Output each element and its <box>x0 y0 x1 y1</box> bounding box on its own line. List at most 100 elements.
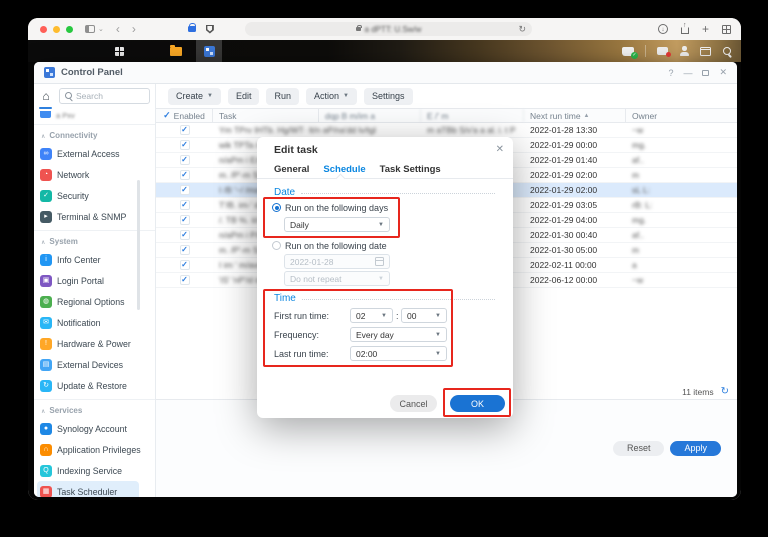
help-button[interactable]: ? <box>668 68 673 78</box>
sidebar-item[interactable]: ▸ Terminal & SNMP <box>37 206 139 227</box>
hour-select[interactable]: 02▼ <box>350 308 393 323</box>
main-menu-button[interactable] <box>106 40 132 62</box>
privacy-shield-icon[interactable] <box>206 25 214 34</box>
sidebar-toggle-icon[interactable] <box>85 25 95 33</box>
repeat-select-disabled[interactable]: Do not repeat▼ <box>284 271 390 286</box>
enabled-checkbox[interactable]: ✓ <box>180 230 190 240</box>
dialog-close-icon[interactable]: ✕ <box>496 144 504 155</box>
minimize-window-button[interactable] <box>53 26 60 33</box>
next-run-time: 2022-01-29 00:00 <box>524 140 626 150</box>
column-blurred-2[interactable]: E /' m <box>421 109 524 122</box>
user-menu-icon[interactable] <box>679 46 689 56</box>
sidebar-item-icon: Q <box>40 465 52 477</box>
sidebar-item[interactable]: ▣ Login Portal <box>37 270 139 291</box>
sidebar-item-icon: i <box>40 254 52 266</box>
run-button[interactable]: Run <box>266 88 299 105</box>
sidebar-section-header[interactable]: ∧ Services <box>34 399 155 418</box>
back-button[interactable]: ‹ <box>116 22 120 36</box>
column-owner[interactable]: Owner <box>626 109 737 122</box>
widgets-icon[interactable] <box>700 47 711 56</box>
radio-run-on-date[interactable] <box>272 241 281 250</box>
refresh-icon[interactable]: ↻ <box>721 387 729 397</box>
new-tab-icon[interactable]: + <box>702 23 709 35</box>
sidebar-item[interactable]: ▤ External Devices <box>37 354 139 375</box>
reload-icon[interactable]: ↻ <box>518 24 526 35</box>
sidebar-partial-item[interactable]: a Pxv <box>34 108 155 121</box>
sidebar-item[interactable]: Q Indexing Service <box>37 460 139 481</box>
enabled-checkbox[interactable]: ✓ <box>180 245 190 255</box>
maximize-button[interactable] <box>702 70 709 76</box>
minimize-button[interactable]: — <box>683 68 692 78</box>
table-row[interactable]: ✓ Ym TPrv IHTb. Hg/WT· lt/n aP/na'dd lv/… <box>156 123 737 138</box>
edit-button[interactable]: Edit <box>228 88 260 105</box>
enabled-checkbox[interactable]: ✓ <box>180 200 190 210</box>
search-input[interactable] <box>76 91 145 101</box>
close-window-button[interactable] <box>40 26 47 33</box>
close-button[interactable]: ✕ <box>719 67 727 78</box>
column-blurred-1[interactable]: dqp B m/im a <box>319 109 421 122</box>
url-lock-icon <box>356 27 361 31</box>
sidebar-scrollbar[interactable] <box>137 180 140 310</box>
enabled-checkbox[interactable]: ✓ <box>180 140 190 150</box>
sidebar-item[interactable]: ● Synology Account <box>37 418 139 439</box>
enabled-checkbox[interactable]: ✓ <box>180 260 190 270</box>
edit-task-dialog: Edit task ✕ General Schedule Task Settin… <box>257 137 513 418</box>
sidebar-item-icon: ● <box>40 423 52 435</box>
minute-select[interactable]: 00▼ <box>401 308 447 323</box>
column-enabled[interactable]: ✓Enabled <box>156 109 213 122</box>
sidebar-item[interactable]: ! Hardware & Power <box>37 333 139 354</box>
last-run-time-label: Last run time: <box>274 349 329 359</box>
downloads-icon[interactable]: ↓ <box>658 24 668 34</box>
settings-button[interactable]: Settings <box>364 88 413 105</box>
dialog-title: Edit task <box>274 144 318 156</box>
radio-run-on-days[interactable] <box>272 203 281 212</box>
ok-button[interactable]: OK <box>450 395 505 412</box>
control-panel-taskbar-button[interactable] <box>196 40 222 62</box>
task-name-blurred: Ym TPrv IHTb. Hg/WT· lt/n aP/na'dd lv/tg… <box>213 125 319 135</box>
sidebar-item[interactable]: ◍ Regional Options <box>37 291 139 312</box>
apply-button[interactable]: Apply <box>670 441 721 456</box>
tab-divider <box>257 178 513 179</box>
tab-overview-icon[interactable] <box>722 25 731 34</box>
sidebar-item[interactable]: ↻ Update & Restore <box>37 375 139 396</box>
reset-button[interactable]: Reset <box>613 441 665 456</box>
share-icon[interactable] <box>681 27 689 34</box>
enabled-checkbox[interactable]: ✓ <box>180 155 190 165</box>
search-icon[interactable] <box>722 46 733 57</box>
sidebar-item[interactable]: i Info Center <box>37 249 139 270</box>
sidebar-section-label: Connectivity <box>49 131 97 140</box>
package-health-icon[interactable] <box>622 47 634 56</box>
last-run-select[interactable]: 02:00▼ <box>350 346 447 361</box>
sidebar-item[interactable]: ✓ Security <box>37 185 139 206</box>
sidebar-item[interactable]: ▦ Task Scheduler <box>37 481 139 497</box>
column-next-run-time[interactable]: Next run time▲ <box>524 109 626 122</box>
enabled-checkbox[interactable]: ✓ <box>180 185 190 195</box>
sidebar-search-box[interactable] <box>59 88 150 104</box>
address-bar[interactable]: a dPTT: U.Sw/w ↻ <box>245 22 532 36</box>
date-picker-disabled[interactable]: 2022-01-28 <box>284 254 390 269</box>
file-station-icon[interactable] <box>170 47 182 56</box>
chevron-down-icon[interactable]: ⌄ <box>98 25 104 33</box>
sidebar-item[interactable]: ✉ Notification <box>37 312 139 333</box>
zoom-window-button[interactable] <box>66 26 73 33</box>
cancel-button[interactable]: Cancel <box>390 395 437 412</box>
home-button[interactable]: ⌂ <box>38 87 54 105</box>
enabled-checkbox[interactable]: ✓ <box>180 275 190 285</box>
sidebar-item[interactable]: ◔ Network <box>37 164 139 185</box>
enabled-checkbox[interactable]: ✓ <box>180 125 190 135</box>
notifications-icon[interactable] <box>657 47 668 55</box>
date-section-header: Date <box>274 187 495 198</box>
action-button[interactable]: Action▼ <box>306 88 357 105</box>
sidebar-item[interactable]: ∞ External Access <box>37 143 139 164</box>
sort-asc-icon: ▲ <box>584 113 590 119</box>
frequency-select[interactable]: Every day▼ <box>350 327 447 342</box>
sidebar-item-label: Login Portal <box>57 276 104 286</box>
column-task[interactable]: Task <box>213 109 319 122</box>
sidebar-section-header[interactable]: ∧ Connectivity <box>34 124 155 143</box>
enabled-checkbox[interactable]: ✓ <box>180 170 190 180</box>
sidebar-item[interactable]: ∩ Application Privileges <box>37 439 139 460</box>
forward-button[interactable]: › <box>132 22 136 36</box>
create-button[interactable]: Create▼ <box>168 88 221 105</box>
days-select[interactable]: Daily▼ <box>284 217 390 232</box>
enabled-checkbox[interactable]: ✓ <box>180 215 190 225</box>
